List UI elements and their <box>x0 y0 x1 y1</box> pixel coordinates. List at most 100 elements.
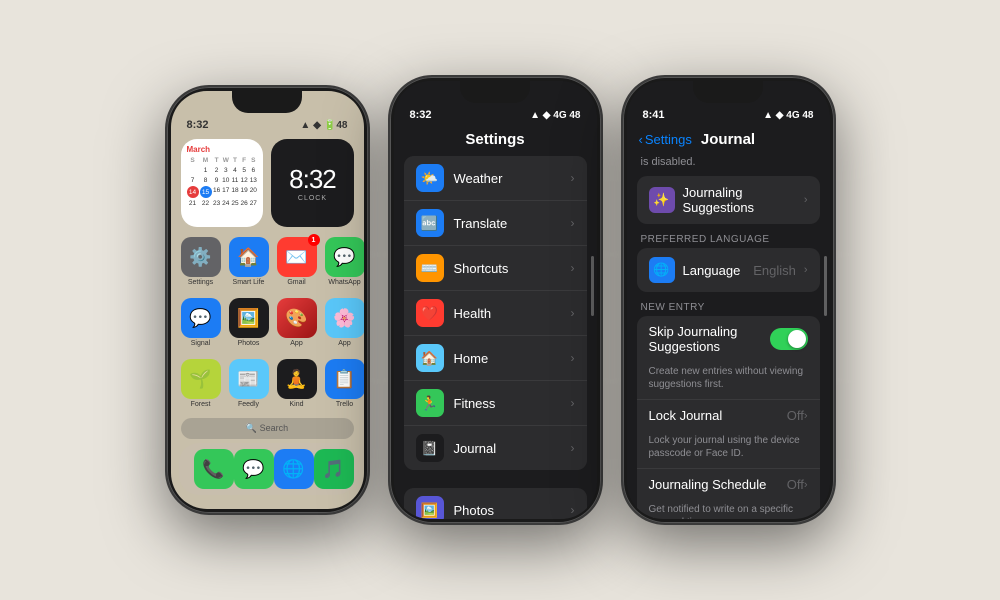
settings-row-fitness[interactable]: 🏃 Fitness › <box>404 381 587 426</box>
journal-screen: 8:41 ▲ ◆ 4G 48 ‹ Settings Journal is dis… <box>627 81 830 519</box>
calendar-grid: S M T W T F S 1 2 3 4 5 <box>187 156 258 208</box>
app-art-icon: 🎨 <box>277 298 317 338</box>
disabled-note: is disabled. <box>627 154 830 176</box>
app-smart-life[interactable]: 🏠 Smart Life <box>229 237 269 286</box>
app-feedly-icon: 📰 <box>229 359 269 399</box>
health-label: Health <box>454 306 561 321</box>
widget-row: March S M T W T F S 1 2 <box>171 135 364 231</box>
journaling-schedule-label: Journaling Schedule <box>649 477 787 492</box>
back-button[interactable]: ‹ Settings <box>639 132 692 147</box>
search-icon: 🔍 <box>246 423 257 433</box>
health-icon: ❤️ <box>416 299 444 327</box>
settings-row-translate[interactable]: 🔤 Translate › <box>404 201 587 246</box>
calendar-month: March <box>187 145 211 154</box>
settings-row-home[interactable]: 🏠 Home › <box>404 336 587 381</box>
translate-icon: 🔤 <box>416 209 444 237</box>
app-signal[interactable]: 💬 Signal <box>181 298 221 347</box>
cal-col-t: T <box>213 156 221 165</box>
journal-chevron: › <box>571 441 575 455</box>
shortcuts-label: Shortcuts <box>454 261 561 276</box>
app-photos[interactable]: 🖼️ Photos <box>229 298 269 347</box>
settings-row-journal[interactable]: 📓 Journal › <box>404 426 587 470</box>
journaling-schedule-row: Journaling Schedule Off › Get notified t… <box>637 469 820 519</box>
lock-journal-value: Off <box>787 408 804 423</box>
photos-chevron: › <box>571 503 575 517</box>
dock-phone[interactable]: 📞 <box>194 449 234 489</box>
journaling-schedule-chevron: › <box>804 479 808 491</box>
home-icon: 🏠 <box>416 344 444 372</box>
settings-row-weather[interactable]: 🌤️ Weather › <box>404 156 587 201</box>
journaling-suggestions-row[interactable]: ✨ Journaling Suggestions › <box>637 176 820 224</box>
app-grid-row1: ⚙️ Settings 🏠 Smart Life ✉️ 1 Gmail <box>171 231 364 292</box>
app-trello[interactable]: 📋 Trello <box>325 359 364 408</box>
settings-screen: 8:32 ▲ ◆ 4G 48 Settings 🌤️ Weather › 🔤 <box>394 81 597 519</box>
photos-icon: 🖼️ <box>416 496 444 519</box>
calendar-widget[interactable]: March S M T W T F S 1 2 <box>181 139 264 227</box>
phone-2-screen: 8:32 ▲ ◆ 4G 48 Settings 🌤️ Weather › 🔤 <box>394 81 597 519</box>
cal-col-m: M <box>200 156 212 165</box>
settings-group-1: 🌤️ Weather › 🔤 Translate › ⌨️ Shortcuts … <box>404 156 587 470</box>
status-icons-2: ▲ ◆ 4G 48 <box>530 110 580 121</box>
lock-journal-row: Lock Journal Off › Lock your journal usi… <box>637 400 820 469</box>
section-gap-1 <box>394 478 597 488</box>
journaling-schedule-value: Off <box>787 477 804 492</box>
language-row[interactable]: 🌐 Language English › <box>637 248 820 292</box>
journaling-schedule-sublabel: Get notified to write on a specific day … <box>649 500 808 519</box>
app-kind[interactable]: 🧘 Kind <box>277 359 317 408</box>
lock-journal-label: Lock Journal <box>649 408 787 423</box>
clock-time: 8:32 <box>289 164 336 195</box>
phone-1-screen: 8:32 ▲ ◆ 🔋48 March S <box>171 91 364 509</box>
home-screen: 8:32 ▲ ◆ 🔋48 March S <box>171 91 364 495</box>
skip-suggestions-row: Skip Journaling Suggestions Create new e… <box>637 316 820 400</box>
app-whatsapp[interactable]: 💬 WhatsApp <box>325 237 364 286</box>
app-signal-icon: 💬 <box>181 298 221 338</box>
app-whatsapp-icon: 💬 <box>325 237 364 277</box>
time-3: 8:41 <box>643 109 665 121</box>
notch-2 <box>460 81 530 103</box>
app-grid-row3: 🌱 Forest 📰 Feedly 🧘 Kind 📋 Trello <box>171 353 364 414</box>
dock-safari-icon: 🌐 <box>274 449 314 489</box>
settings-row-health[interactable]: ❤️ Health › <box>404 291 587 336</box>
app-photos-icon: 🖼️ <box>229 298 269 338</box>
health-chevron: › <box>571 306 575 320</box>
app-flower[interactable]: 🌸 App <box>325 298 364 347</box>
app-flower-icon: 🌸 <box>325 298 364 338</box>
language-chevron: › <box>804 264 808 276</box>
app-feedly[interactable]: 📰 Feedly <box>229 359 269 408</box>
fitness-label: Fitness <box>454 396 561 411</box>
settings-group-2: 🖼️ Photos › 📷 Camera › 🎙️ Podcasts › <box>404 488 587 519</box>
skip-suggestions-sublabel: Create new entries without viewing sugge… <box>649 362 808 391</box>
app-gmail[interactable]: ✉️ 1 Gmail <box>277 237 317 286</box>
search-bar[interactable]: 🔍 Search <box>181 418 354 439</box>
dock-safari[interactable]: 🌐 <box>274 449 314 489</box>
dock-spotify-icon: 🎵 <box>314 449 354 489</box>
settings-row-photos[interactable]: 🖼️ Photos › <box>404 488 587 519</box>
clock-widget[interactable]: 8:32 Clock <box>271 139 353 227</box>
app-forest[interactable]: 🌱 Forest <box>181 359 221 408</box>
dock-spotify[interactable]: 🎵 <box>314 449 354 489</box>
translate-label: Translate <box>454 216 561 231</box>
dock-messages-icon: 💬 <box>234 449 274 489</box>
skip-suggestions-toggle-knob <box>788 330 806 348</box>
app-art[interactable]: 🎨 App <box>277 298 317 347</box>
phones-container: 8:32 ▲ ◆ 🔋48 March S <box>155 65 846 535</box>
skip-suggestions-toggle[interactable] <box>770 328 808 350</box>
app-settings[interactable]: ⚙️ Settings <box>181 237 221 286</box>
home-chevron: › <box>571 351 575 365</box>
skip-suggestions-label: Skip Journaling Suggestions <box>649 324 770 354</box>
journaling-suggestions-chevron: › <box>804 194 808 206</box>
time-2: 8:32 <box>410 109 432 121</box>
app-smart-life-icon: 🏠 <box>229 237 269 277</box>
app-kind-icon: 🧘 <box>277 359 317 399</box>
dock: 📞 💬 🌐 🎵 <box>179 443 356 495</box>
dock-messages[interactable]: 💬 <box>234 449 274 489</box>
language-icon: 🌐 <box>649 257 675 283</box>
journaling-suggestions-label: Journaling Suggestions <box>683 185 796 215</box>
fitness-icon: 🏃 <box>416 389 444 417</box>
phone-3-screen: 8:41 ▲ ◆ 4G 48 ‹ Settings Journal is dis… <box>627 81 830 519</box>
phone-2: 8:32 ▲ ◆ 4G 48 Settings 🌤️ Weather › 🔤 <box>388 75 603 525</box>
fitness-chevron: › <box>571 396 575 410</box>
status-icons-3: ▲ ◆ 4G 48 <box>763 110 813 121</box>
home-label: Home <box>454 351 561 366</box>
settings-row-shortcuts[interactable]: ⌨️ Shortcuts › <box>404 246 587 291</box>
